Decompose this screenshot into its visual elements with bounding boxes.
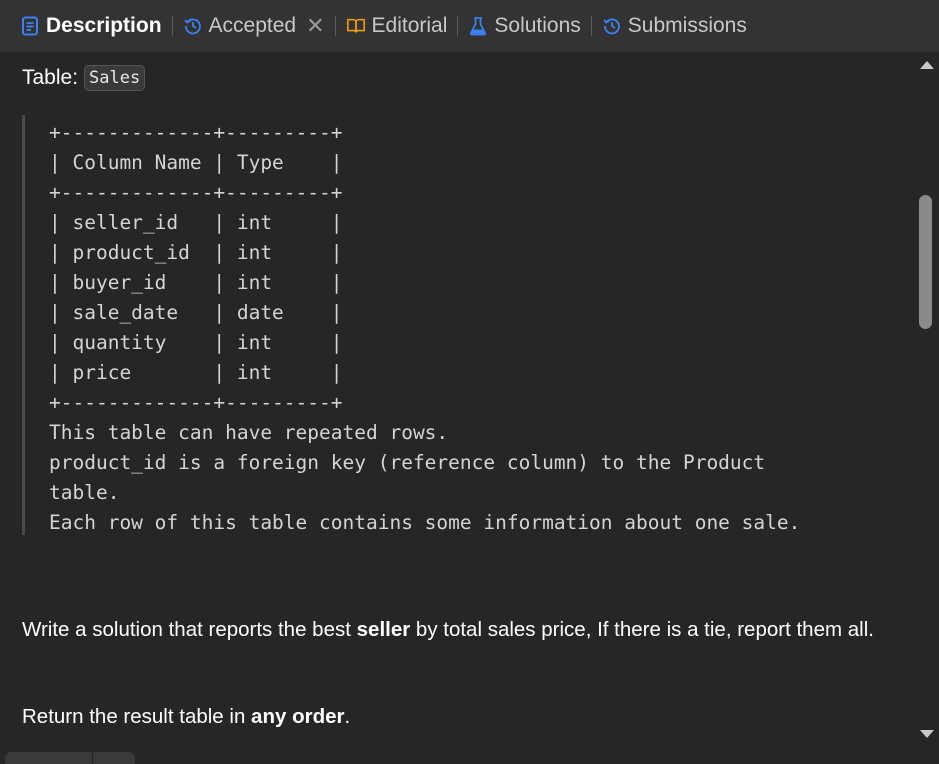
- statement-text: Write a solution that reports the best: [22, 618, 357, 641]
- scrollbar-thumb[interactable]: [919, 195, 932, 329]
- table-label: Table:: [22, 66, 79, 89]
- flask-icon: [468, 16, 488, 36]
- description-content: Table: Sales +-------------+---------+ |…: [0, 52, 915, 760]
- order-note-bold: any order: [251, 705, 345, 728]
- tab-solutions[interactable]: Solutions: [468, 0, 581, 52]
- document-icon: [20, 16, 40, 36]
- statement-text-end: by total sales price, If there is a tie,…: [410, 618, 874, 641]
- problem-statement: Write a solution that reports the best s…: [22, 614, 892, 646]
- tab-submissions[interactable]: Submissions: [602, 0, 747, 52]
- history-icon: [602, 16, 622, 36]
- tab-description[interactable]: Description: [20, 0, 162, 52]
- bottom-toolbar-edge: [5, 752, 135, 764]
- tab-bar: Description Accepted ✕ Editorial Solutio…: [0, 0, 939, 52]
- tab-solutions-label: Solutions: [494, 14, 581, 37]
- tab-submissions-label: Submissions: [627, 14, 747, 37]
- vertical-scrollbar[interactable]: [915, 52, 939, 760]
- tab-editorial[interactable]: Editorial: [346, 0, 448, 52]
- history-icon: [183, 16, 203, 36]
- tab-divider: [590, 16, 592, 36]
- close-icon[interactable]: ✕: [306, 13, 324, 39]
- scroll-up-arrow-icon[interactable]: [920, 61, 934, 69]
- tab-divider: [457, 16, 459, 36]
- order-note-text: Return the result table in: [22, 705, 252, 728]
- schema-text: +-------------+---------+ | Column Name …: [49, 121, 801, 534]
- book-icon: [346, 16, 366, 36]
- statement-bold-seller: seller: [356, 618, 411, 641]
- tab-accepted[interactable]: Accepted ✕: [183, 0, 325, 52]
- order-note-end: .: [344, 705, 351, 728]
- scroll-down-arrow-icon[interactable]: [920, 730, 934, 738]
- tab-divider: [171, 16, 173, 36]
- tab-description-label: Description: [46, 14, 162, 37]
- result-order-note: Return the result table in any order.: [22, 701, 892, 733]
- tab-divider: [334, 16, 336, 36]
- schema-block: +-------------+---------+ | Column Name …: [22, 115, 882, 535]
- table-name-code: Sales: [84, 65, 146, 91]
- table-heading: Table: Sales: [22, 65, 146, 91]
- tab-accepted-label: Accepted: [208, 14, 297, 37]
- tab-editorial-label: Editorial: [371, 14, 448, 37]
